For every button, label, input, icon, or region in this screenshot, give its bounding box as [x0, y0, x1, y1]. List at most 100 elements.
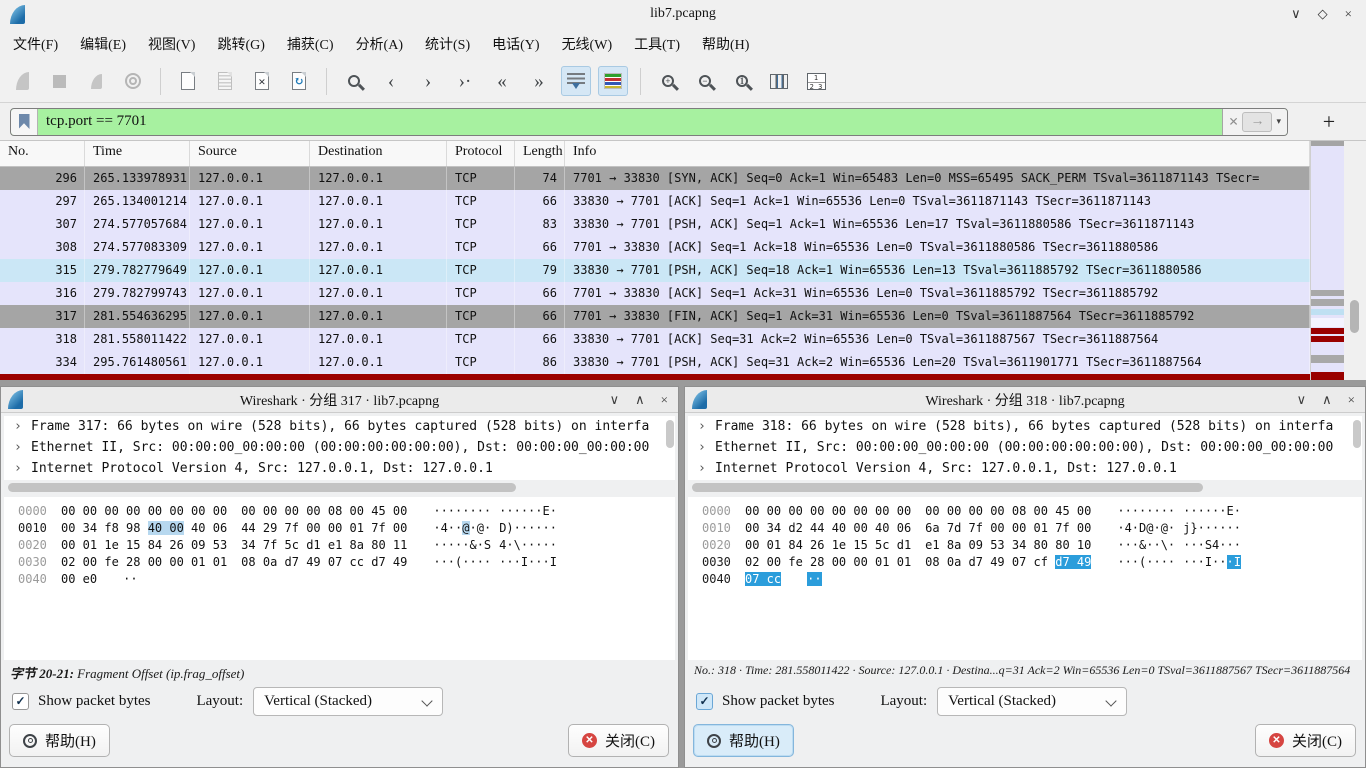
tree-scrollbar[interactable]	[666, 418, 676, 476]
packet-row-308[interactable]: 308274.577083309127.0.0.1127.0.0.1TCP667…	[0, 236, 1310, 259]
maximize-icon[interactable]: ◇	[1318, 6, 1328, 22]
intelligent-scrollbar-minimap[interactable]	[1310, 141, 1344, 380]
add-filter-button[interactable]: +	[1314, 111, 1344, 133]
zoom-in-button[interactable]: +	[653, 66, 683, 96]
hex-row-0000[interactable]: 000000 00 00 00 00 00 00 0000 00 00 00 0…	[688, 503, 1362, 520]
packet-list-scrollbar[interactable]	[1344, 141, 1366, 380]
tree-horizontal-scrollbar[interactable]	[5, 483, 674, 492]
packet-row-297[interactable]: 297265.134001214127.0.0.1127.0.0.1TCP663…	[0, 190, 1310, 213]
go-first-button[interactable]: «	[487, 66, 517, 96]
menu-item-telephony[interactable]: 电话(Y)	[481, 29, 550, 59]
tree-scrollbar-thumb[interactable]	[666, 420, 674, 448]
go-last-button[interactable]: »	[524, 66, 554, 96]
packet-row-317[interactable]: 317281.554636295127.0.0.1127.0.0.1TCP667…	[0, 305, 1310, 328]
file-save-button[interactable]	[210, 66, 240, 96]
column-header-length[interactable]: Length	[515, 141, 565, 166]
expander-chevron-icon[interactable]: ›	[14, 458, 22, 479]
tree-row[interactable]: ›Internet Protocol Version 4, Src: 127.0…	[688, 458, 1362, 479]
tree-scrollbar[interactable]	[1353, 418, 1363, 476]
expander-chevron-icon[interactable]: ›	[698, 437, 706, 458]
close-button[interactable]: ✕ 关闭(C)	[1255, 724, 1356, 757]
tree-hscrollbar-thumb[interactable]	[8, 483, 516, 492]
menu-item-capture[interactable]: 捕获(C)	[276, 29, 345, 59]
go-to-packet-button[interactable]: ›·	[450, 66, 480, 96]
hex-row-0010[interactable]: 001000 34 d2 44 40 00 40 066a 7d 7f 00 0…	[688, 520, 1362, 537]
tree-row[interactable]: ›Ethernet II, Src: 00:00:00_00:00:00 (00…	[688, 437, 1362, 458]
packet-row-334[interactable]: 334295.761480561127.0.0.1127.0.0.1TCP863…	[0, 351, 1310, 374]
capture-start-button[interactable]	[7, 66, 37, 96]
hex-row-0040[interactable]: 004000 e0··	[4, 571, 675, 588]
expander-chevron-icon[interactable]: ›	[698, 458, 706, 479]
layout-select[interactable]: Vertical (Stacked)	[937, 687, 1127, 716]
tree-row[interactable]: ›Internet Protocol Version 4, Src: 127.0…	[4, 458, 675, 479]
zoom-out-button[interactable]: −	[690, 66, 720, 96]
menu-item-edit[interactable]: 编辑(E)	[69, 29, 137, 59]
resize-columns-button[interactable]	[764, 66, 794, 96]
help-button[interactable]: 帮助(H)	[9, 724, 110, 757]
display-filter-input[interactable]: tcp.port == 7701 × → ▾	[10, 108, 1288, 136]
menu-item-go[interactable]: 跳转(G)	[206, 29, 275, 59]
hex-row-0010[interactable]: 001000 34 f8 98 40 00 40 0644 29 7f 00 0…	[4, 520, 675, 537]
scrollbar-thumb[interactable]	[1350, 300, 1359, 333]
go-forward-button[interactable]: ›	[413, 66, 443, 96]
tree-horizontal-scrollbar[interactable]	[689, 483, 1361, 492]
hex-row-0030[interactable]: 003002 00 fe 28 00 00 01 0108 0a d7 49 0…	[4, 554, 675, 571]
expander-chevron-icon[interactable]: ›	[698, 416, 706, 437]
expander-chevron-icon[interactable]: ›	[14, 437, 22, 458]
menu-item-file[interactable]: 文件(F)	[2, 29, 69, 59]
column-header-protocol[interactable]: Protocol	[447, 141, 515, 166]
find-packet-button[interactable]	[339, 66, 369, 96]
maximize-icon[interactable]: ∧	[1322, 392, 1332, 408]
tree-row[interactable]: ›Frame 317: 66 bytes on wire (528 bits),…	[4, 416, 675, 437]
capture-stop-button[interactable]	[44, 66, 74, 96]
minimize-icon[interactable]: ∨	[1297, 392, 1307, 408]
zoom-reset-button[interactable]: 1	[727, 66, 757, 96]
file-open-button[interactable]	[173, 66, 203, 96]
menu-item-view[interactable]: 视图(V)	[137, 29, 206, 59]
help-button[interactable]: 帮助(H)	[693, 724, 794, 757]
packet-row-316[interactable]: 316279.782799743127.0.0.1127.0.0.1TCP667…	[0, 282, 1310, 305]
hex-row-0030[interactable]: 003002 00 fe 28 00 00 01 0108 0a d7 49 0…	[688, 554, 1362, 571]
column-header-source[interactable]: Source	[190, 141, 310, 166]
packet-row-296[interactable]: 296265.133978931127.0.0.1127.0.0.1TCP747…	[0, 167, 1310, 190]
colorize-button[interactable]	[598, 66, 628, 96]
hex-row-0040[interactable]: 004007 cc··	[688, 571, 1362, 588]
close-button[interactable]: ✕ 关闭(C)	[568, 724, 669, 757]
close-icon[interactable]: ×	[1348, 392, 1355, 408]
hex-row-0020[interactable]: 002000 01 84 26 1e 15 5c d1e1 8a 09 53 3…	[688, 537, 1362, 554]
minimize-icon[interactable]: ∨	[610, 392, 620, 408]
tree-row[interactable]: ›Frame 318: 66 bytes on wire (528 bits),…	[688, 416, 1362, 437]
file-reload-button[interactable]: ↻	[284, 66, 314, 96]
column-header-info[interactable]: Info	[565, 141, 1310, 166]
menu-item-help[interactable]: 帮助(H)	[691, 29, 760, 59]
packet-bytes-hexdump[interactable]: 000000 00 00 00 00 00 00 0000 00 00 00 0…	[688, 497, 1362, 660]
tree-scrollbar-thumb[interactable]	[1353, 420, 1361, 448]
filter-apply-icon[interactable]: →	[1242, 112, 1272, 132]
capture-restart-button[interactable]	[81, 66, 111, 96]
packet-row-318[interactable]: 318281.558011422127.0.0.1127.0.0.1TCP663…	[0, 328, 1310, 351]
layout-select[interactable]: Vertical (Stacked)	[253, 687, 443, 716]
hex-row-0000[interactable]: 000000 00 00 00 00 00 00 0000 00 00 00 0…	[4, 503, 675, 520]
menu-item-statistics[interactable]: 统计(S)	[414, 29, 481, 59]
packet-bytes-hexdump[interactable]: 000000 00 00 00 00 00 00 0000 00 00 00 0…	[4, 497, 675, 660]
capture-options-button[interactable]	[118, 66, 148, 96]
go-back-button[interactable]: ‹	[376, 66, 406, 96]
auto-scroll-button[interactable]	[561, 66, 591, 96]
file-close-button[interactable]: ×	[247, 66, 277, 96]
filter-history-caret-icon[interactable]: ▾	[1276, 116, 1281, 127]
filter-bookmark-button[interactable]	[11, 109, 38, 135]
tree-hscrollbar-thumb[interactable]	[692, 483, 1203, 492]
column-header-destination[interactable]: Destination	[310, 141, 447, 166]
numbered-columns-button[interactable]: 12 3	[801, 66, 831, 96]
minimize-icon[interactable]: ∨	[1291, 6, 1301, 22]
tree-row[interactable]: ›Ethernet II, Src: 00:00:00_00:00:00 (00…	[4, 437, 675, 458]
close-icon[interactable]: ×	[661, 392, 668, 408]
filter-clear-icon[interactable]: ×	[1229, 113, 1239, 130]
show-packet-bytes-checkbox[interactable]: ✓	[12, 693, 29, 710]
menu-item-wireless[interactable]: 无线(W)	[551, 29, 624, 59]
column-header-time[interactable]: Time	[85, 141, 190, 166]
close-icon[interactable]: ×	[1345, 6, 1352, 22]
show-packet-bytes-checkbox[interactable]: ✓	[696, 693, 713, 710]
packet-row-307[interactable]: 307274.577057684127.0.0.1127.0.0.1TCP833…	[0, 213, 1310, 236]
menu-item-tools[interactable]: 工具(T)	[623, 29, 691, 59]
